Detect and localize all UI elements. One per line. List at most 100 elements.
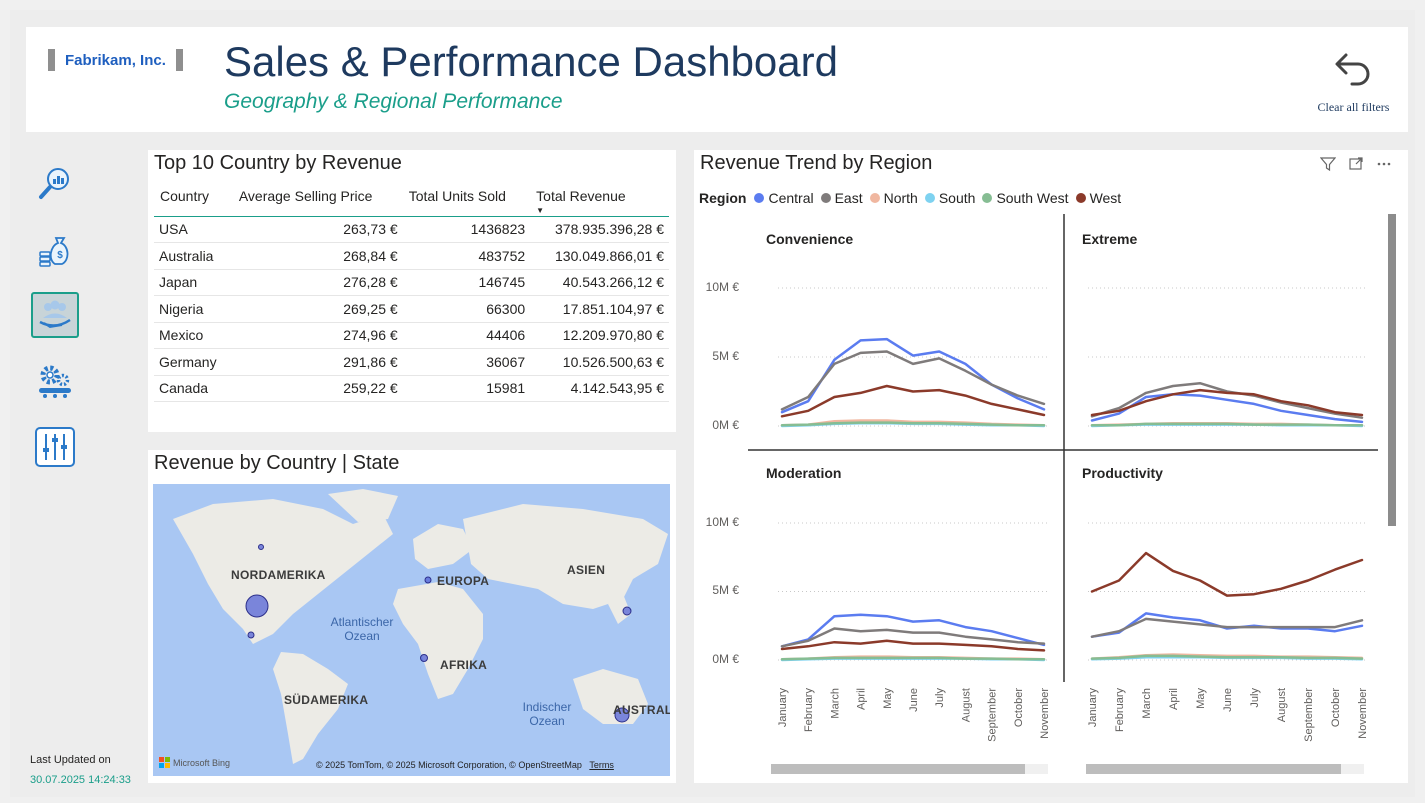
series-line-central — [1090, 612, 1364, 638]
y-tick-top-10m: 10M € — [705, 280, 739, 294]
table-row[interactable]: USA 263,73 €1436823 378.935.396,28 € — [154, 216, 669, 243]
table-row[interactable]: Germany 291,86 €36067 10.526.500,63 € — [154, 348, 669, 376]
cell-price: 269,25 € — [232, 295, 403, 323]
copyright-text[interactable]: © 2025 TomTom, © 2025 Microsoft Corporat… — [316, 760, 582, 770]
col-units[interactable]: Total Units Sold — [403, 178, 530, 216]
col-revenue[interactable]: Total Revenue ▼ — [530, 178, 669, 216]
series-line-north — [1090, 421, 1364, 427]
nav-customers[interactable] — [31, 292, 79, 338]
nav-operations[interactable] — [31, 358, 79, 404]
legend-item-west[interactable]: West — [1075, 190, 1121, 206]
series-line-south-west — [1090, 422, 1364, 427]
label-suedamerika: SÜDAMERIKA — [284, 693, 369, 707]
col-country[interactable]: Country — [154, 178, 233, 216]
nav-filters[interactable] — [31, 424, 79, 470]
panel-title-extreme: Extreme — [1082, 231, 1138, 247]
panel-title-productivity: Productivity — [1082, 465, 1163, 481]
series-line-south-west — [780, 656, 1046, 661]
analytics-search-icon — [39, 168, 69, 199]
table-row[interactable]: Mexico 274,96 €44406 12.209.970,80 € — [154, 322, 669, 349]
series-line-south — [1090, 423, 1364, 428]
nav-finance[interactable]: $ — [31, 226, 79, 272]
company-logo: Fabrikam, Inc. — [48, 49, 183, 71]
bubble-nigeria[interactable] — [420, 654, 428, 662]
cell-revenue: 17.851.104,97 € — [530, 295, 669, 323]
label-indian: Indischer Ozean — [522, 700, 572, 728]
bubble-japan[interactable] — [622, 606, 632, 616]
sort-desc-icon: ▼ — [536, 206, 545, 215]
cell-country: Japan — [154, 269, 233, 296]
series-line-south — [780, 421, 1046, 428]
bubble-germany[interactable] — [424, 576, 432, 584]
legend-label: South — [938, 190, 976, 206]
panel-title-convenience: Convenience — [766, 231, 854, 247]
table-row[interactable]: Australia 268,84 €483752 130.049.866,01 € — [154, 242, 669, 270]
series-line-west — [1090, 551, 1364, 597]
x-tick-label: September — [1303, 688, 1315, 742]
x-tick-label: September — [987, 688, 999, 742]
legend-item-south-west[interactable]: South West — [982, 190, 1069, 206]
x-tick-label: October — [1330, 688, 1342, 727]
series-line-south — [780, 657, 1046, 662]
legend-item-east[interactable]: East — [820, 190, 863, 206]
bubble-canada[interactable] — [258, 544, 264, 550]
world-map[interactable]: NORDAMERIKA EUROPA ASIEN AFRIKA SÜDAMERI… — [153, 484, 670, 776]
bubble-usa[interactable] — [245, 594, 269, 618]
series-line-west — [780, 639, 1046, 652]
trend-chart-card: Revenue Trend by Region Region Central E… — [694, 150, 1408, 783]
x-tick-label: March — [1141, 688, 1153, 719]
x-tick-label: May — [1195, 688, 1207, 709]
y-tick-top-0m: 0M € — [712, 418, 739, 432]
x-tick-label: August — [1276, 688, 1288, 722]
series-line-east — [1090, 617, 1364, 638]
legend-item-central[interactable]: Central — [754, 190, 814, 206]
cell-price: 268,84 € — [232, 242, 403, 270]
x-tick-label: February — [1114, 688, 1126, 733]
more-options-icon[interactable] — [1376, 156, 1392, 172]
table-row[interactable]: Nigeria 269,25 €66300 17.851.104,97 € — [154, 295, 669, 323]
focus-mode-icon[interactable] — [1348, 156, 1364, 172]
x-tick-label: January — [777, 688, 789, 728]
bubble-mexico[interactable] — [247, 631, 255, 639]
revenue-bubbles — [245, 544, 632, 723]
series-line-central — [780, 613, 1046, 648]
report-canvas: Fabrikam, Inc. Sales & Performance Dashb… — [10, 10, 1415, 797]
clear-filters-button[interactable]: Clear all filters — [1306, 47, 1401, 115]
x-tick-label: April — [856, 688, 868, 710]
legend-label: East — [834, 190, 863, 206]
clear-filters-label: Clear all filters — [1317, 100, 1390, 114]
legend-item-north[interactable]: North — [869, 190, 918, 206]
cell-price: 276,28 € — [232, 269, 403, 296]
series-line-south-west — [780, 421, 1046, 427]
legend-label: South West — [996, 190, 1069, 206]
table-row[interactable]: Canada 259,22 €15981 4.142.543,95 € — [154, 375, 669, 402]
x-tick-label: July — [1249, 688, 1261, 708]
last-updated-label: Last Updated on — [30, 754, 111, 766]
col-avg-price[interactable]: Average Selling Price — [233, 178, 403, 216]
scrollbar-horizontal-right[interactable] — [1086, 764, 1364, 774]
x-tick-label: June — [1222, 688, 1234, 712]
series-line-north — [780, 655, 1046, 661]
legend-item-south[interactable]: South — [924, 190, 976, 206]
windows-logo-icon — [159, 757, 170, 768]
terms-link[interactable]: Terms — [589, 760, 614, 770]
series-line-south — [1090, 656, 1364, 661]
operations-gears-icon — [39, 365, 71, 398]
series-line-south-west — [1090, 654, 1364, 660]
filter-icon[interactable] — [1320, 156, 1336, 172]
series-line-east — [780, 627, 1046, 648]
cell-country: Canada — [154, 375, 233, 402]
cell-revenue: 10.526.500,63 € — [530, 348, 669, 376]
logo-bar-right — [175, 49, 183, 71]
nav-analytics[interactable] — [31, 160, 79, 206]
trend-title: Revenue Trend by Region — [700, 152, 933, 174]
legend-label: Central — [768, 190, 814, 206]
table-row[interactable]: Japan 276,28 €146745 40.543.266,12 € — [154, 269, 669, 296]
legend-title: Region — [699, 190, 747, 206]
undo-arrow-icon — [1335, 53, 1369, 86]
cell-units: 483752 — [402, 242, 531, 270]
series-line-east — [780, 350, 1046, 411]
cell-units: 66300 — [402, 295, 531, 323]
scrollbar-vertical[interactable] — [1388, 214, 1396, 526]
scrollbar-horizontal-left[interactable] — [771, 764, 1048, 774]
